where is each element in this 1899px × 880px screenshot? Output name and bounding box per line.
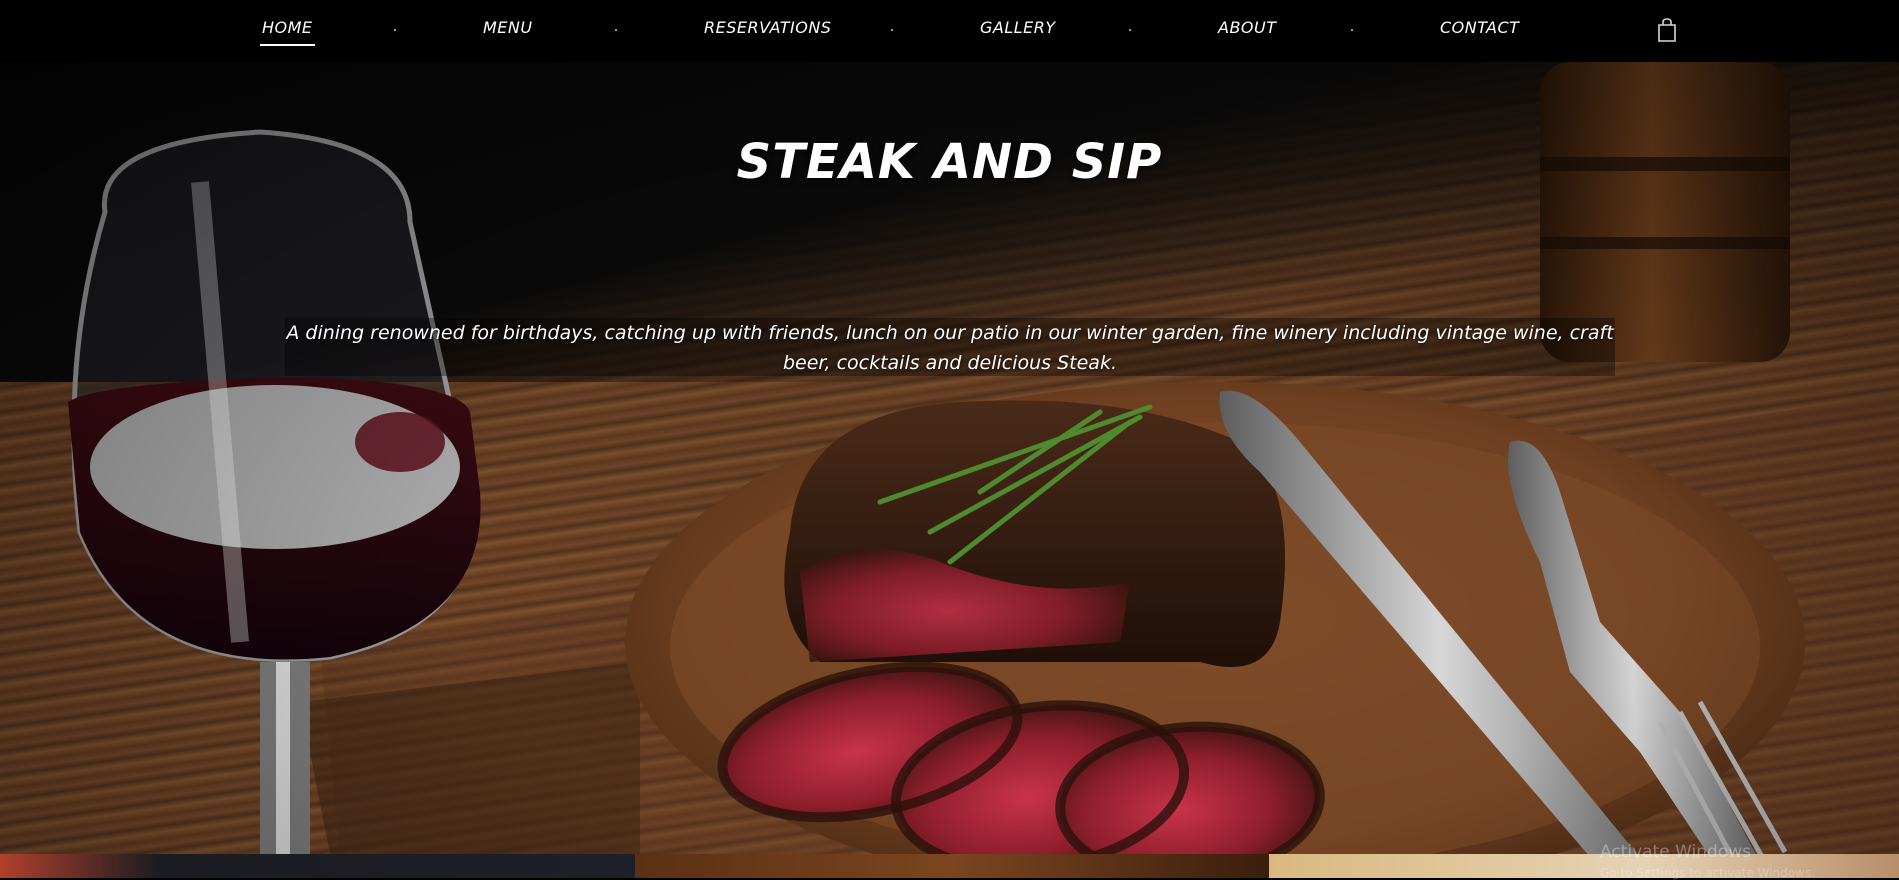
hero-section: STEAK AND SIP A dining renowned for birt…	[0, 62, 1899, 854]
top-navigation: HOME MENU RESERVATIONS GALLERY ABOUT CON…	[0, 0, 1899, 62]
nav-separator	[394, 29, 396, 31]
nav-separator	[1351, 29, 1353, 31]
preview-image-chef	[0, 854, 635, 878]
nav-link-menu[interactable]: MENU	[483, 18, 533, 46]
hero-title: STEAK AND SIP	[736, 134, 1163, 190]
nav-link-about[interactable]: ABOUT	[1218, 18, 1277, 46]
shopping-bag-icon[interactable]	[1657, 18, 1677, 42]
nav-link-home[interactable]: HOME	[260, 18, 315, 46]
nav-link-gallery[interactable]: GALLERY	[980, 18, 1056, 46]
nav-link-contact[interactable]: CONTACT	[1440, 18, 1519, 46]
nav-separator	[1129, 29, 1131, 31]
hero-description: A dining renowned for birthdays, catchin…	[286, 322, 1614, 374]
nav-link-reservations[interactable]: RESERVATIONS	[704, 18, 831, 46]
nav-separator	[615, 29, 617, 31]
nav-separator	[891, 29, 893, 31]
activation-watermark-title: Activate Windows	[1600, 842, 1751, 862]
preview-image-interior	[635, 854, 1269, 878]
